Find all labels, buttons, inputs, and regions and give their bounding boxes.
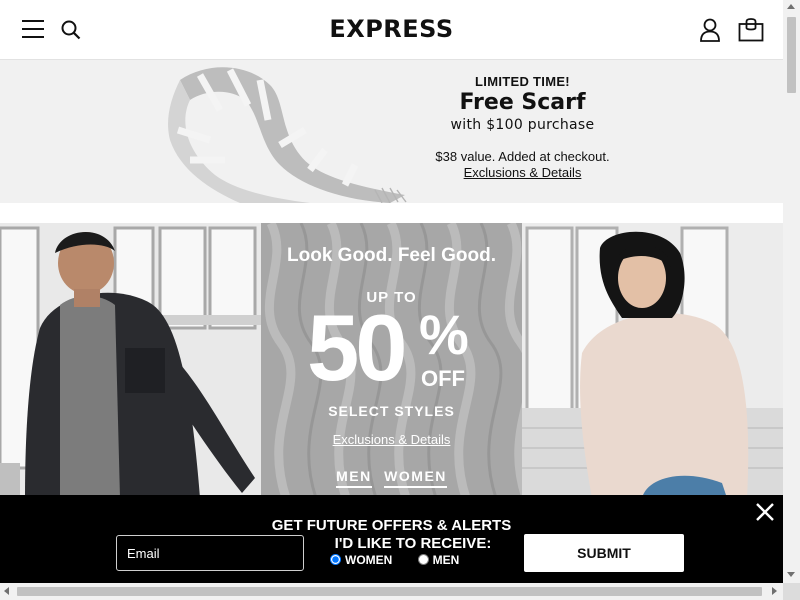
horizontal-scrollbar[interactable] <box>0 583 783 600</box>
scroll-left-arrow-icon[interactable] <box>4 587 9 595</box>
vertical-scroll-thumb[interactable] <box>787 17 796 93</box>
search-icon[interactable] <box>61 20 81 40</box>
hero-section: Look Good. Feel Good. UP TO 50 % OFF SEL… <box>0 223 783 498</box>
scroll-down-arrow-icon[interactable] <box>787 572 795 577</box>
hero-discount-amount: 50 <box>307 295 408 400</box>
hamburger-icon[interactable] <box>22 20 44 38</box>
women-option-label: WOMEN <box>345 553 393 567</box>
site-header: EXPRESS <box>0 0 783 60</box>
women-option[interactable]: WOMEN <box>330 553 392 567</box>
sale-promo-panel[interactable]: Look Good. Feel Good. UP TO 50 % OFF SEL… <box>261 223 522 498</box>
men-option-label: MEN <box>432 553 460 567</box>
signup-title: GET FUTURE OFFERS & ALERTS <box>271 517 512 534</box>
scrollbar-corner <box>783 583 800 600</box>
scarf-image <box>168 67 407 203</box>
user-icon[interactable] <box>699 18 721 42</box>
shop-men-link[interactable]: MEN <box>336 468 372 488</box>
submit-button[interactable]: SUBMIT <box>524 534 684 572</box>
hero-shop-links: MEN WOMEN <box>261 468 522 488</box>
shopping-bag-icon[interactable] <box>738 18 764 42</box>
email-signup-bar: GET FUTURE OFFERS & ALERTS I'D LIKE TO R… <box>0 495 783 583</box>
signup-receive-label: I'D LIKE TO RECEIVE: <box>334 535 492 552</box>
vertical-scrollbar[interactable] <box>783 0 800 583</box>
free-scarf-promo-banner[interactable]: LIMITED TIME! Free Scarf with $100 purch… <box>0 60 783 203</box>
promo-subtitle: with $100 purchase <box>450 117 595 133</box>
scroll-up-arrow-icon[interactable] <box>787 4 795 9</box>
women-model-image[interactable] <box>522 223 783 498</box>
women-radio[interactable] <box>330 554 341 565</box>
hero-select-styles: SELECT STYLES <box>328 403 455 419</box>
promo-text-block: LIMITED TIME! Free Scarf with $100 purch… <box>400 74 645 180</box>
men-model-image[interactable] <box>0 223 261 498</box>
hero-percent-sign: % <box>419 303 469 366</box>
scroll-right-arrow-icon[interactable] <box>772 587 777 595</box>
gender-preference-options: WOMEN MEN <box>330 553 481 567</box>
men-radio[interactable] <box>417 554 429 565</box>
hero-exclusions-link[interactable]: Exclusions & Details <box>261 432 522 447</box>
promo-limited-label: LIMITED TIME! <box>475 74 570 89</box>
promo-exclusions-link[interactable]: Exclusions & Details <box>400 165 645 180</box>
men-option[interactable]: MEN <box>417 553 460 567</box>
horizontal-scroll-thumb[interactable] <box>17 587 762 596</box>
promo-title: Free Scarf <box>459 90 586 115</box>
hero-headline: Look Good. Feel Good. <box>287 245 496 266</box>
close-icon[interactable] <box>755 502 775 522</box>
shop-women-link[interactable]: WOMEN <box>384 468 447 488</box>
promo-value-note: $38 value. Added at checkout. <box>435 149 610 164</box>
express-logo[interactable]: EXPRESS <box>300 15 483 43</box>
hero-off-label: OFF <box>421 366 465 391</box>
email-input[interactable] <box>116 535 304 571</box>
